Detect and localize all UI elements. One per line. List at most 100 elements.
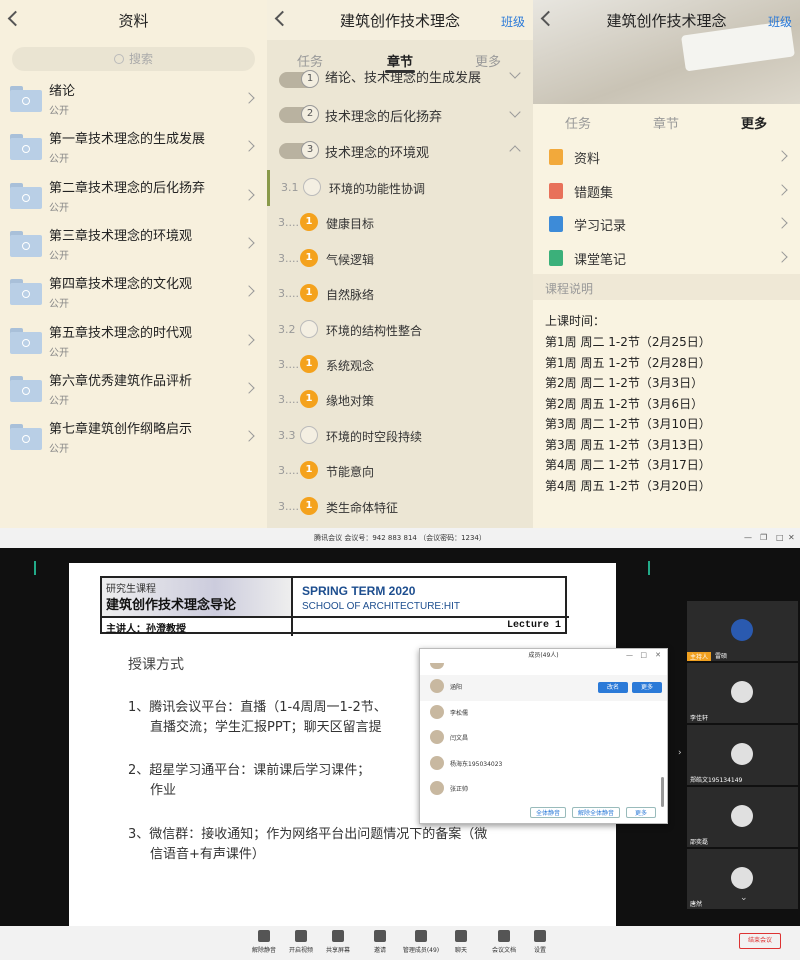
minimize-icon[interactable]: — [626, 651, 633, 659]
search-input[interactable]: 搜索 [12, 47, 255, 71]
unmute-button[interactable]: 解除静音 [244, 930, 284, 954]
menu-item[interactable]: 资料 [533, 140, 800, 174]
menu-item-label: 学习记录 [574, 219, 627, 234]
maximize-icon[interactable]: □ [776, 533, 784, 542]
member-row[interactable]: 杨海东195034023 [420, 752, 667, 778]
rename-button[interactable]: 改名 [598, 682, 628, 693]
list-item[interactable]: 第六章优秀建筑作品评析 公开 [0, 368, 267, 416]
class-link[interactable]: 班级 [768, 13, 792, 30]
section-row[interactable]: 3.... 1 缘地对策 [267, 382, 533, 418]
chevron-right-icon [243, 285, 255, 297]
class-link[interactable]: 班级 [501, 13, 525, 30]
scrollbar[interactable] [661, 777, 664, 807]
section-row[interactable]: 3.2 环境的结构性整合 [267, 312, 533, 348]
chevron-right-icon [243, 333, 255, 346]
member-row[interactable]: 张正帅 [420, 777, 667, 803]
section-number: 3.... [278, 464, 299, 478]
menu-item[interactable]: 学习记录 [533, 207, 800, 241]
menu-item[interactable]: 课堂笔记 [533, 241, 800, 275]
item-visibility: 公开 [49, 444, 69, 456]
video-tile[interactable]: 邵奕磊 [687, 787, 798, 847]
close-icon[interactable]: ✕ [655, 651, 661, 659]
list-item[interactable]: 第四章技术理念的文化观 公开 [0, 271, 267, 319]
video-button[interactable]: 开启视频 [281, 930, 321, 954]
chevron-right-icon [243, 92, 255, 104]
chevron-right-icon [776, 250, 788, 263]
chevron-right-icon [243, 430, 255, 442]
section-row[interactable]: 3.3 环境的时空段持续 [267, 418, 533, 454]
restore-icon[interactable]: ❐ [760, 533, 767, 542]
chevron-right-icon [243, 382, 255, 394]
item-title: 第三章技术理念的环境观 [49, 228, 193, 244]
section-row[interactable]: 3.... 1 系统观念 [267, 347, 533, 383]
schedule-line: 第3周 周二 1-2节（3月10日） [545, 417, 711, 431]
chapter-title: 技术理念的后化扬弃 [325, 110, 443, 125]
materials-panel: 资料 搜索 绪论 公开 第一章技术理念的生成发展 公开 第二章技术理念的后化扬弃 公开 第三… [0, 0, 267, 528]
meeting-docs-button[interactable]: 会议文档 [484, 930, 524, 954]
error-book-icon [549, 182, 563, 199]
chapter-row[interactable]: 3 技术理念的环境观 [267, 134, 533, 170]
schedule-line: 第4周 周五 1-2节（3月20日） [545, 478, 711, 493]
tab-tasks[interactable]: 任务 [565, 113, 591, 132]
section-row[interactable]: 3.... 1 健康目标 [267, 205, 533, 241]
point-2-line-2: 作业 [150, 783, 177, 798]
chevron-down-icon[interactable]: ⌄ [740, 893, 748, 903]
chapter-row[interactable]: 1 绪论、技术理念的生成发展 [267, 63, 533, 93]
member-row[interactable]: 李松儒 [420, 701, 667, 727]
list-item[interactable]: 第七章建筑创作纲略启示公开 [0, 416, 267, 464]
folder-icon [10, 134, 42, 161]
slide-heading: 授课方式 [128, 657, 184, 673]
section-row[interactable]: 3.1 环境的功能性协调 [267, 170, 533, 206]
video-tile[interactable]: 郑皓文195134149 [687, 725, 798, 785]
section-row[interactable]: 3.... 1 气候逻辑 [267, 241, 533, 277]
chevron-down-icon [509, 67, 521, 79]
invite-button[interactable]: 邀请 [360, 930, 400, 954]
chapter-toggle[interactable]: 3 [279, 141, 319, 159]
share-screen-button-label: 共享屏幕 [325, 947, 350, 954]
chat-button[interactable]: 聊天 [441, 930, 481, 954]
video-tile[interactable]: 李佳轩 [687, 663, 798, 723]
video-tile[interactable]: 主持人 雷硕 [687, 601, 798, 661]
close-icon[interactable]: ✕ [788, 533, 795, 542]
section-title: 缘地对策 [326, 394, 375, 409]
window-title: 腾讯会议 会议号：942 883 814 （会议密码：1234） [0, 528, 800, 548]
tab-chapters[interactable]: 章节 [653, 113, 679, 132]
mute-all-button[interactable]: 全体静音 [530, 807, 566, 818]
schedule-line: 第1周 周二 1-2节（2月25日） [545, 335, 711, 349]
end-meeting-button[interactable]: 结束会议 [739, 933, 781, 949]
list-item[interactable]: 第一章技术理念的生成发展 公开 [0, 126, 267, 174]
task-badge: 1 [300, 284, 318, 303]
share-screen-button[interactable]: 共享屏幕 [318, 930, 358, 954]
top-bar: 建筑创作技术理念 班级 [533, 0, 800, 40]
section-row[interactable]: 3.... 1 自然脉络 [267, 276, 533, 312]
section-number: 3.... [278, 358, 299, 371]
share-icon [22, 97, 30, 105]
list-item[interactable]: 绪论 公开 [0, 78, 267, 126]
list-item[interactable]: 第五章技术理念的时代观 公开 [0, 320, 267, 368]
unmute-all-button[interactable]: 解除全体静音 [572, 807, 620, 818]
chat-icon [455, 930, 467, 942]
more-button[interactable]: 更多 [632, 682, 662, 693]
maximize-icon[interactable]: □ [640, 651, 647, 659]
section-row[interactable]: 3.... 1 类生命体特征 [267, 489, 533, 525]
section-title: 健康目标 [326, 217, 375, 232]
list-item[interactable]: 第三章技术理念的环境观 公开 [0, 223, 267, 271]
member-row[interactable]: 闫文昌 [420, 726, 667, 752]
member-name: 涵阳 [450, 684, 463, 691]
item-title: 第七章建筑创作纲略启示 [49, 422, 193, 438]
section-row[interactable]: 3.... 1 节能意向 [267, 453, 533, 489]
chat-button-label: 聊天 [454, 947, 467, 954]
member-row[interactable]: 涵阳 [420, 675, 667, 701]
minimize-icon[interactable]: — [744, 533, 752, 542]
more-button[interactable]: 更多 [626, 807, 656, 818]
menu-item[interactable]: 错题集 [533, 174, 800, 208]
meeting-docs-icon [498, 930, 510, 942]
list-item[interactable]: 第二章技术理念的后化扬弃 公开 [0, 175, 267, 223]
chapter-toggle[interactable]: 1 [279, 70, 319, 88]
manage-members-button[interactable]: 管理成员(49) [401, 930, 441, 954]
tab-more[interactable]: 更多 [741, 113, 767, 132]
chevron-right-icon[interactable]: › [678, 748, 682, 758]
settings-button[interactable]: 设置 [520, 930, 560, 954]
chapter-row[interactable]: 2 技术理念的后化扬弃 [267, 98, 533, 134]
chapter-toggle[interactable]: 2 [279, 105, 319, 123]
